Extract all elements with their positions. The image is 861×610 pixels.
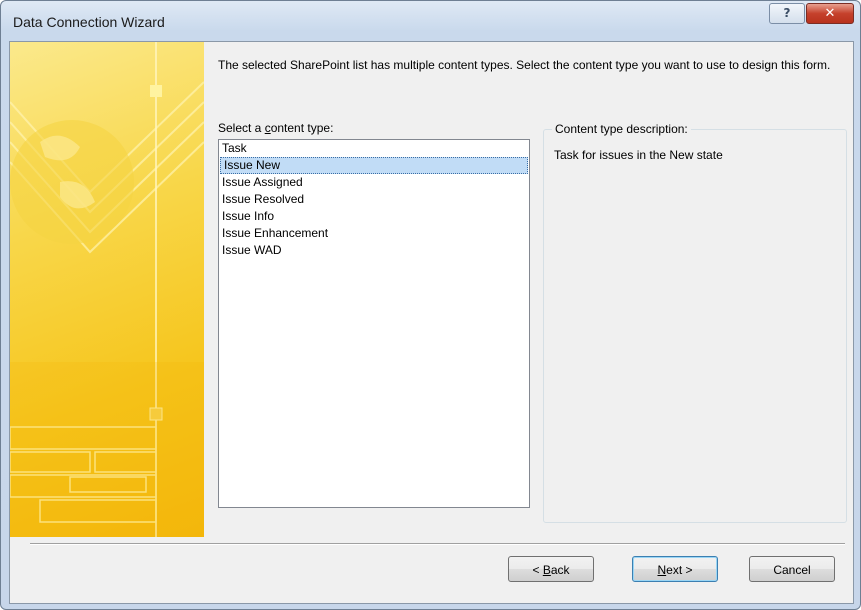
intro-text: The selected SharePoint list has multipl… [218, 58, 831, 72]
content-type-description: Task for issues in the New state [554, 148, 723, 162]
dialog-window: Data Connection Wizard ? ✕ The selected … [0, 0, 861, 610]
button-separator [30, 543, 845, 545]
list-item-issue-wad[interactable]: Issue WAD [219, 242, 529, 259]
next-button[interactable]: Next > [632, 556, 718, 582]
list-item-issue-enhancement[interactable]: Issue Enhancement [219, 225, 529, 242]
list-item-issue-assigned[interactable]: Issue Assigned [219, 174, 529, 191]
window-title: Data Connection Wizard [13, 14, 165, 30]
content-type-list-label: Select a content type: [218, 121, 334, 135]
back-button[interactable]: < Back [508, 556, 594, 582]
content-type-description-group: Content type description: Task for issue… [543, 122, 847, 523]
title-bar[interactable]: Data Connection Wizard ? ✕ [1, 1, 860, 41]
list-item-issue-resolved[interactable]: Issue Resolved [219, 191, 529, 208]
wizard-banner-image [10, 42, 204, 537]
help-icon: ? [783, 6, 791, 20]
description-group-title: Content type description: [552, 122, 691, 136]
content-type-listbox[interactable]: Task Issue New Issue Assigned Issue Reso… [218, 139, 530, 508]
cancel-button[interactable]: Cancel [749, 556, 835, 582]
close-icon: ✕ [824, 6, 836, 21]
list-item-issue-info[interactable]: Issue Info [219, 208, 529, 225]
list-item-issue-new[interactable]: Issue New [220, 157, 528, 174]
dialog-body: The selected SharePoint list has multipl… [9, 41, 854, 604]
help-button[interactable]: ? [769, 3, 805, 24]
banner-artwork [10, 42, 204, 537]
list-item-task[interactable]: Task [219, 140, 529, 157]
close-button[interactable]: ✕ [806, 3, 854, 24]
